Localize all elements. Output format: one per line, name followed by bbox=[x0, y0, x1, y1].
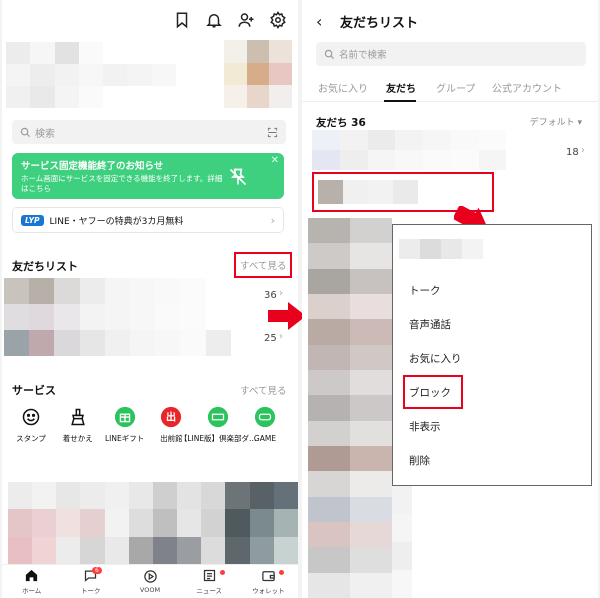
header-icons bbox=[172, 10, 288, 30]
service-label: 着せかえ bbox=[62, 434, 93, 443]
tab-friends[interactable]: 友だち bbox=[386, 80, 416, 95]
bookmark-icon[interactable] bbox=[172, 10, 192, 30]
menu-voice-call[interactable]: 音声通話 bbox=[409, 317, 451, 332]
service-label: LINEギフト bbox=[104, 434, 145, 443]
tab-groups[interactable]: グループ bbox=[436, 80, 475, 95]
friend-context-menu: トーク 音声通話 お気に入り ブロック 非表示 削除 bbox=[392, 224, 592, 486]
lyp-badge: LYP bbox=[21, 214, 44, 226]
chevron-right-icon: › bbox=[581, 145, 585, 156]
home-screen: 検索 サービス固定機能終了のお知らせ ホーム画面にサービスを固定できる機能を終了… bbox=[2, 0, 298, 598]
nav-label: トーク bbox=[81, 587, 101, 595]
search-placeholder: 名前で検索 bbox=[339, 50, 387, 61]
sort-dropdown[interactable]: デフォルト ▾ bbox=[530, 115, 582, 128]
friend-row-mosaic-top bbox=[312, 130, 562, 170]
cover-mosaic bbox=[224, 40, 292, 108]
services-row: スタンプ 着せかえ LINEギフト 出 出前館 【LINE版】倶楽部ダ… GAM… bbox=[8, 405, 288, 443]
page-title: 友だちリスト bbox=[340, 16, 419, 31]
friend-count: 18 bbox=[566, 147, 579, 158]
services-section-title: サービス bbox=[12, 384, 56, 397]
gift-icon bbox=[113, 405, 137, 429]
service-stamp[interactable]: スタンプ bbox=[8, 405, 54, 443]
scan-icon[interactable] bbox=[267, 127, 278, 138]
tab-official[interactable]: 公式アカウント bbox=[492, 80, 562, 95]
nav-label: VOOM bbox=[139, 586, 161, 594]
tab-bar: お気に入り 友だち グループ 公式アカウント bbox=[302, 72, 598, 102]
home-icon bbox=[25, 569, 38, 582]
menu-hide[interactable]: 非表示 bbox=[409, 419, 441, 434]
friends-list-screen: ‹ 友だちリスト 名前で検索 お気に入り 友だち グループ 公式アカウント 友だ… bbox=[302, 0, 598, 598]
chevron-right-icon: › bbox=[279, 331, 283, 342]
brush-icon bbox=[66, 405, 90, 429]
nav-wallet[interactable]: ウォレット bbox=[239, 565, 298, 598]
selected-friend-mosaic[interactable] bbox=[318, 180, 418, 204]
tab-favorites[interactable]: お気に入り bbox=[318, 80, 368, 95]
services-see-all-link[interactable]: すべて見る bbox=[240, 383, 286, 397]
service-game[interactable]: GAME bbox=[242, 405, 288, 443]
news-icon bbox=[203, 569, 215, 582]
bell-icon[interactable] bbox=[204, 10, 224, 30]
voom-icon bbox=[143, 570, 157, 583]
menu-talk[interactable]: トーク bbox=[409, 283, 441, 298]
wallet-icon bbox=[262, 571, 275, 582]
friends-count-header: 友だち 36 bbox=[316, 117, 366, 129]
friend-count-a: 36 bbox=[264, 290, 277, 301]
club-icon bbox=[206, 405, 230, 429]
highlight-see-all bbox=[234, 252, 292, 278]
friend-column-mosaic bbox=[308, 218, 392, 598]
friend-row-mosaic-2 bbox=[4, 304, 256, 356]
menu-header-mosaic bbox=[399, 239, 483, 259]
lyp-promo-banner[interactable]: LYP LINE・ヤフーの特典が3カ月無料 › bbox=[12, 207, 284, 233]
promo-text: LINE・ヤフーの特典が3カ月無料 bbox=[49, 216, 184, 227]
back-icon[interactable]: ‹ bbox=[316, 12, 322, 31]
new-dot bbox=[219, 570, 225, 575]
new-dot bbox=[279, 570, 285, 575]
news-mosaic bbox=[8, 482, 298, 564]
profile-mosaic bbox=[6, 42, 176, 108]
service-label: スタンプ bbox=[16, 434, 46, 443]
nav-home[interactable]: ホーム bbox=[2, 565, 61, 598]
arrow-right-icon bbox=[268, 302, 306, 330]
nav-label: ニュース bbox=[196, 587, 223, 595]
game-icon bbox=[253, 405, 277, 429]
nav-label: ホーム bbox=[21, 587, 42, 595]
close-icon[interactable]: ✕ bbox=[271, 155, 279, 166]
bottom-nav: ホーム 6 トーク VOOM ニュース ウォレット bbox=[2, 564, 298, 598]
name-search-input[interactable]: 名前で検索 bbox=[316, 42, 586, 66]
nav-news[interactable]: ニュース bbox=[180, 565, 239, 598]
chevron-right-icon: › bbox=[270, 213, 275, 227]
active-tab-indicator bbox=[384, 100, 416, 102]
unpin-icon bbox=[229, 168, 247, 186]
friends-section-title: 友だちリスト bbox=[12, 260, 78, 273]
notice-body: ホーム画面にサービスを固定できる機能を終了します。詳細はこちら bbox=[21, 174, 223, 193]
service-gift[interactable]: LINEギフト bbox=[102, 405, 148, 443]
friend-name-mosaic bbox=[392, 486, 412, 598]
menu-delete[interactable]: 削除 bbox=[409, 453, 430, 468]
service-club[interactable]: 【LINE版】倶楽部ダ… bbox=[180, 405, 257, 443]
nav-talk[interactable]: 6 トーク bbox=[61, 565, 120, 598]
svg-text:出: 出 bbox=[166, 411, 176, 424]
service-theme[interactable]: 着せかえ bbox=[55, 405, 101, 443]
friend-count-b: 25 bbox=[264, 333, 277, 344]
chevron-right-icon: › bbox=[279, 288, 283, 299]
nav-voom[interactable]: VOOM bbox=[120, 565, 179, 598]
gear-icon[interactable] bbox=[268, 10, 288, 30]
nav-label: ウォレット bbox=[252, 587, 285, 595]
highlight-block bbox=[403, 375, 463, 409]
add-friend-icon[interactable] bbox=[236, 10, 256, 30]
smiley-icon bbox=[19, 405, 43, 429]
search-input[interactable]: 検索 bbox=[12, 120, 286, 144]
search-icon bbox=[20, 127, 31, 137]
menu-favorite[interactable]: お気に入り bbox=[409, 351, 462, 366]
service-notice-banner[interactable]: サービス固定機能終了のお知らせ ホーム画面にサービスを固定できる機能を終了します… bbox=[12, 153, 284, 199]
search-icon bbox=[324, 49, 335, 59]
unread-badge: 6 bbox=[91, 567, 102, 574]
demaecan-icon: 出 bbox=[159, 405, 183, 429]
service-label: GAME bbox=[253, 434, 277, 443]
search-placeholder: 検索 bbox=[35, 128, 55, 140]
